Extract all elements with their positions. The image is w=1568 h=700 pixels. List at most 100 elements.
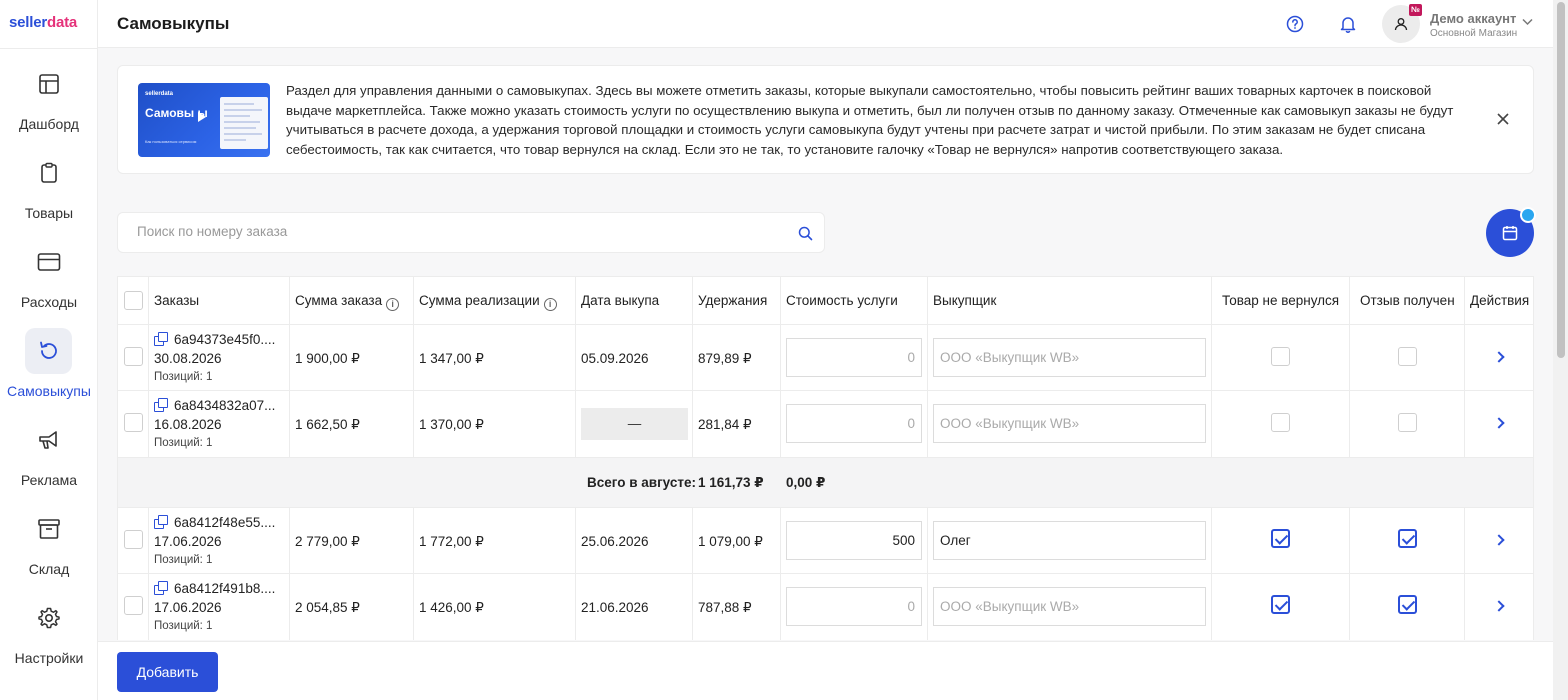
sidebar-item-warehouse[interactable]: Склад: [0, 506, 98, 586]
info-icon[interactable]: i: [386, 298, 400, 311]
review-received-checkbox[interactable]: [1398, 529, 1417, 548]
sidebar-item-self-buyouts[interactable]: Самовыкупы: [0, 328, 98, 408]
copy-icon[interactable]: [154, 398, 168, 412]
row-select-checkbox[interactable]: [124, 347, 143, 366]
deductions: 879,89 ₽: [698, 351, 752, 366]
summary-service-total: 0,00 ₽: [786, 475, 826, 490]
sidebar-item-expenses[interactable]: Расходы: [0, 239, 98, 319]
copy-icon[interactable]: [154, 332, 168, 346]
review-received-checkbox[interactable]: [1398, 595, 1417, 614]
order-sum: 2 779,00 ₽: [295, 534, 360, 549]
play-icon: [198, 112, 206, 122]
table-row: 6a94373e45f0.... 30.08.2026 Позиций: 1 1…: [118, 325, 1533, 391]
select-all-checkbox[interactable]: [124, 291, 143, 310]
megaphone-icon: [25, 417, 72, 463]
service-cost-input[interactable]: [786, 587, 922, 626]
page-scrollbar[interactable]: [1553, 0, 1568, 700]
buyer-input[interactable]: [933, 521, 1206, 560]
top-header: Самовыкупы № Демо аккаунт Основной Магаз…: [98, 0, 1553, 48]
column-header-buyout-date: Дата выкупа: [581, 293, 660, 308]
sidebar-item-label: Расходы: [20, 294, 78, 310]
order-id-link[interactable]: 6a8412f48e55....: [154, 515, 275, 530]
chevron-right-icon[interactable]: [1493, 534, 1505, 546]
search-input[interactable]: [137, 224, 777, 239]
buyer-input[interactable]: [933, 587, 1206, 626]
info-icon[interactable]: i: [543, 298, 557, 311]
copy-icon[interactable]: [154, 515, 168, 529]
column-header-review-received: Отзыв получен: [1360, 293, 1455, 308]
column-header-service-cost: Стоимость услуги: [786, 293, 898, 308]
order-positions: Позиций: 1: [154, 620, 213, 632]
sidebar-item-ads[interactable]: Реклама: [0, 417, 98, 497]
order-positions: Позиций: 1: [154, 371, 213, 383]
column-header-realization-sum: Сумма реализации i: [419, 293, 557, 311]
refresh-icon: [25, 328, 72, 374]
question-circle-icon[interactable]: [1285, 14, 1305, 34]
buyer-input[interactable]: [933, 338, 1206, 377]
chevron-right-icon[interactable]: [1493, 417, 1505, 429]
deductions: 1 079,00 ₽: [698, 534, 763, 549]
sidebar-item-dashboard[interactable]: Дашборд: [0, 61, 98, 141]
row-select-checkbox[interactable]: [124, 413, 143, 432]
order-id-link[interactable]: 6a8412f491b8....: [154, 581, 275, 596]
chevron-right-icon[interactable]: [1493, 351, 1505, 363]
close-icon[interactable]: [1495, 111, 1511, 127]
not-returned-checkbox[interactable]: [1271, 529, 1290, 548]
order-id-link[interactable]: 6a94373e45f0....: [154, 332, 275, 347]
chevron-right-icon[interactable]: [1493, 600, 1505, 612]
buyout-date: 21.06.2026: [581, 600, 649, 615]
add-button[interactable]: Добавить: [117, 652, 218, 692]
service-cost-input[interactable]: [786, 404, 922, 443]
buyer-input[interactable]: [933, 404, 1206, 443]
account-name: Демо аккаунт: [1430, 11, 1517, 26]
sidebar-item-settings[interactable]: Настройки: [0, 595, 98, 675]
order-id-link[interactable]: 6a8434832a07...: [154, 398, 275, 413]
not-returned-checkbox[interactable]: [1271, 413, 1290, 432]
app-logo[interactable]: sellerdata: [9, 14, 77, 31]
account-switcher[interactable]: Демо аккаунт Основной Магазин: [1430, 11, 1517, 39]
tutorial-video-thumbnail[interactable]: sellerdata Самовы ы Как пользоваться сер…: [138, 83, 270, 157]
table-header-row: Заказы Сумма заказа i Сумма реализации i Д…: [118, 277, 1533, 325]
not-returned-checkbox[interactable]: [1271, 595, 1290, 614]
buyout-date-empty[interactable]: —: [581, 408, 688, 440]
user-icon: [1394, 18, 1408, 31]
column-header-actions: Действия: [1470, 293, 1530, 308]
deductions: 281,84 ₽: [698, 417, 752, 432]
footer-bar: Добавить: [98, 641, 1553, 700]
realization-sum: 1 426,00 ₽: [419, 600, 484, 615]
review-received-checkbox[interactable]: [1398, 347, 1417, 366]
info-banner: sellerdata Самовы ы Как пользоваться сер…: [117, 65, 1534, 174]
buyout-date: 25.06.2026: [581, 534, 649, 549]
filter-active-indicator: [1520, 207, 1536, 223]
clipboard-icon: [25, 150, 72, 196]
account-shop: Основной Магазин: [1430, 28, 1518, 39]
table-row: 6a8412f491b8.... 17.06.2026 Позиций: 1 2…: [118, 574, 1533, 640]
sidebar-item-label: Дашборд: [19, 116, 79, 132]
not-returned-checkbox[interactable]: [1271, 347, 1290, 366]
realization-sum: 1 347,00 ₽: [419, 351, 484, 366]
month-summary-row: Всего в августе: 1 161,73 ₽ 0,00 ₽: [118, 458, 1533, 508]
avatar-badge: №: [1409, 4, 1422, 16]
review-received-checkbox[interactable]: [1398, 413, 1417, 432]
chevron-down-icon[interactable]: [1522, 14, 1533, 29]
sidebar-item-products[interactable]: Товары: [0, 150, 98, 230]
sidebar-divider: [0, 48, 98, 49]
deductions: 787,88 ₽: [698, 600, 752, 615]
archive-box-icon: [25, 506, 72, 552]
table-row: 6a8434832a07... 16.08.2026 Позиций: 1 1 …: [118, 391, 1533, 458]
scrollbar-thumb[interactable]: [1557, 2, 1565, 358]
sidebar-item-label: Склад: [28, 561, 70, 577]
copy-icon[interactable]: [154, 581, 168, 595]
bell-icon[interactable]: [1338, 14, 1358, 34]
sidebar-item-label: Самовыкупы: [7, 383, 91, 399]
search-icon[interactable]: [798, 226, 813, 241]
service-cost-input[interactable]: [786, 521, 922, 560]
sidebar-item-label: Настройки: [14, 650, 84, 666]
order-date: 17.06.2026: [154, 534, 222, 549]
table-row: 6a8412f48e55.... 17.06.2026 Позиций: 1 2…: [118, 508, 1533, 574]
column-header-not-returned: Товар не вернулся: [1222, 293, 1340, 308]
row-select-checkbox[interactable]: [124, 530, 143, 549]
order-date: 16.08.2026: [154, 417, 222, 432]
row-select-checkbox[interactable]: [124, 596, 143, 615]
service-cost-input[interactable]: [786, 338, 922, 377]
